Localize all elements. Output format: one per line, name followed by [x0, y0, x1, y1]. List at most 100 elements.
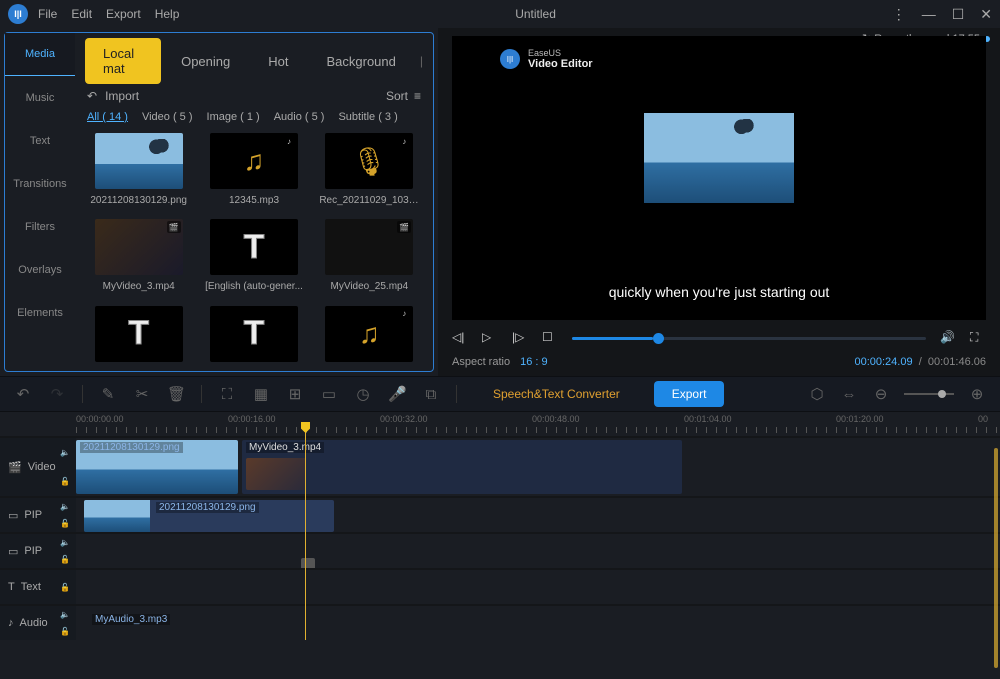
filter-subtitle[interactable]: Subtitle ( 3 ): [338, 111, 397, 123]
clip-video2[interactable]: MyVideo_3.mp4: [242, 440, 682, 494]
sub-tab-local[interactable]: Local mat: [85, 38, 161, 84]
undo-button[interactable]: ↶: [14, 385, 32, 403]
thumbnail-audio: ♫♪: [325, 306, 413, 362]
filter-video[interactable]: Video ( 5 ): [142, 111, 193, 123]
menu-file[interactable]: File: [38, 7, 57, 21]
thumbnail-audio: ♫♪: [210, 133, 298, 189]
track-controls[interactable]: 🔈🔓: [60, 606, 74, 640]
redo-button[interactable]: ↷: [48, 385, 66, 403]
media-item[interactable]: 🎬 MyVideo_25.mp4: [318, 219, 421, 293]
grid-icon[interactable]: ⊞: [286, 385, 304, 403]
more-icon[interactable]: ⋮: [892, 6, 906, 23]
zoom-thumb[interactable]: [938, 390, 946, 398]
play-button[interactable]: ▷: [482, 330, 498, 346]
mute-icon[interactable]: 🔈: [60, 448, 74, 457]
media-item[interactable]: [202, 306, 305, 363]
media-item[interactable]: 🎙♪ Rec_20211029_1031...: [318, 133, 421, 207]
vertical-scrollbar[interactable]: [994, 448, 998, 668]
lock-icon[interactable]: 🔓: [60, 583, 74, 592]
freeze-icon[interactable]: ▭: [320, 385, 338, 403]
prev-frame-button[interactable]: ◁|: [452, 330, 468, 346]
zoom-in-icon[interactable]: ⊕: [968, 385, 986, 403]
sort-button[interactable]: Sort ≡: [386, 89, 421, 103]
progress-thumb[interactable]: [653, 333, 664, 344]
close-button[interactable]: ✕: [980, 6, 992, 23]
mute-icon[interactable]: 🔈: [60, 610, 74, 619]
clip-pip1[interactable]: 20211208130129.png: [84, 500, 334, 532]
media-item[interactable]: 20211208130129.png: [87, 133, 190, 207]
preview-area[interactable]: I|I EaseUS Video Editor quickly when you…: [452, 36, 986, 320]
thumbnail-video: 🎬: [95, 219, 183, 275]
sub-tab-hot[interactable]: Hot: [250, 46, 306, 77]
side-tab-elements[interactable]: Elements: [5, 291, 75, 334]
edit-icon[interactable]: ✎: [99, 385, 117, 403]
clip-audio1[interactable]: MyAudio_3.mp3: [84, 612, 684, 634]
mute-icon[interactable]: 🔈: [60, 502, 74, 511]
mute-icon[interactable]: 🔈: [60, 538, 74, 547]
sub-tab-opening[interactable]: Opening: [163, 46, 248, 77]
marker-icon[interactable]: ⬡: [808, 385, 826, 403]
zoom-icon[interactable]: ⧉: [422, 386, 440, 403]
speech-text-converter-link[interactable]: Speech&Text Converter: [493, 387, 620, 401]
track-content[interactable]: 20211208130129.png MyVideo_3.mp4: [76, 438, 1000, 496]
maximize-button[interactable]: ☐: [952, 6, 965, 23]
filter-audio[interactable]: Audio ( 5 ): [274, 111, 325, 123]
progress-bar[interactable]: [572, 337, 926, 340]
side-tab-overlays[interactable]: Overlays: [5, 248, 75, 291]
media-item[interactable]: [87, 306, 190, 363]
track-controls[interactable]: 🔈🔓: [60, 438, 74, 496]
media-item[interactable]: 🎬 MyVideo_3.mp4: [87, 219, 190, 293]
media-item[interactable]: ♫♪: [318, 306, 421, 363]
volume-icon[interactable]: 🔊: [940, 330, 956, 346]
menu-edit[interactable]: Edit: [71, 7, 92, 21]
minimize-button[interactable]: —: [922, 6, 936, 23]
delete-icon[interactable]: 🗑: [167, 385, 185, 403]
track-controls[interactable]: 🔈🔓: [60, 534, 74, 568]
lock-icon[interactable]: 🔓: [60, 627, 74, 636]
track-content[interactable]: 20211208130129.png: [76, 498, 1000, 532]
side-tab-transitions[interactable]: Transitions: [5, 162, 75, 205]
side-tab-text[interactable]: Text: [5, 119, 75, 162]
next-frame-button[interactable]: |▷: [512, 330, 528, 346]
time-ruler[interactable]: 00:00:00.00 00:00:16.00 00:00:32.00 00:0…: [0, 412, 1000, 436]
stop-button[interactable]: ☐: [542, 330, 558, 346]
voiceover-icon[interactable]: 🎤: [388, 385, 406, 403]
ruler-mark: 00:01:20.00: [836, 414, 884, 424]
filter-image[interactable]: Image ( 1 ): [207, 111, 260, 123]
side-tab-media[interactable]: Media: [5, 33, 75, 76]
zoom-out-icon[interactable]: ⊖: [872, 385, 890, 403]
menu-export[interactable]: Export: [106, 7, 141, 21]
fullscreen-icon[interactable]: ⛶: [970, 330, 986, 346]
clip-video1[interactable]: 20211208130129.png: [76, 440, 238, 494]
cut-icon[interactable]: ✂: [133, 385, 151, 403]
zoom-slider[interactable]: [904, 393, 954, 395]
side-tab-music[interactable]: Music: [5, 76, 75, 119]
media-item[interactable]: [English (auto-gener...: [202, 219, 305, 293]
media-item[interactable]: ♫♪ 12345.mp3: [202, 133, 305, 207]
track-controls[interactable]: 🔈🔓: [60, 498, 74, 532]
crop-icon[interactable]: ⛶: [218, 386, 236, 403]
import-button[interactable]: ↶ Import: [87, 89, 139, 103]
track-content[interactable]: [76, 534, 1000, 568]
export-button[interactable]: Export: [654, 381, 725, 407]
lock-icon[interactable]: 🔓: [60, 555, 74, 564]
sub-tabs: Local mat Opening Hot Background |: [75, 43, 433, 79]
track-content[interactable]: MyAudio_3.mp3: [76, 606, 1000, 640]
lock-icon[interactable]: 🔓: [60, 477, 74, 486]
time-display: 00:00:24.09 / 00:01:46.06: [854, 356, 986, 368]
sub-tab-background[interactable]: Background: [308, 46, 413, 77]
track-controls[interactable]: 🔓: [60, 570, 74, 604]
preview-panel: I|I EaseUS Video Editor quickly when you…: [438, 28, 1000, 376]
mosaic-icon[interactable]: ▦: [252, 385, 270, 403]
menu-help[interactable]: Help: [155, 7, 180, 21]
lock-icon[interactable]: 🔓: [60, 519, 74, 528]
fit-icon[interactable]: ⇔: [840, 386, 858, 403]
side-tab-filters[interactable]: Filters: [5, 205, 75, 248]
filter-all[interactable]: All ( 14 ): [87, 111, 128, 123]
duration-icon[interactable]: ◷: [354, 385, 372, 403]
track-content[interactable]: [76, 570, 1000, 604]
aspect-value[interactable]: 16 : 9: [520, 356, 548, 368]
thumbnail-subtitle: [95, 306, 183, 362]
playhead[interactable]: [305, 424, 306, 640]
edit-toolbar: ↶ ↷ ✎ ✂ 🗑 ⛶ ▦ ⊞ ▭ ◷ 🎤 ⧉ Speech&Text Conv…: [0, 376, 1000, 412]
